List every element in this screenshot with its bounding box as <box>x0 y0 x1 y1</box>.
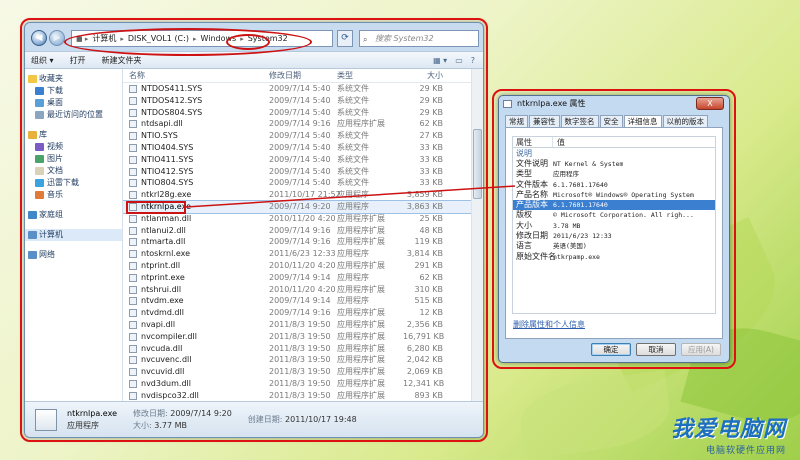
site-watermark: 我爱电脑网 电脑软硬件应用网 <box>671 411 786 456</box>
watermark-logo-text: 我爱电脑网 <box>670 417 786 442</box>
annotation-connector-line <box>185 185 516 208</box>
watermark-subtitle: 电脑软硬件应用网 <box>705 446 786 456</box>
